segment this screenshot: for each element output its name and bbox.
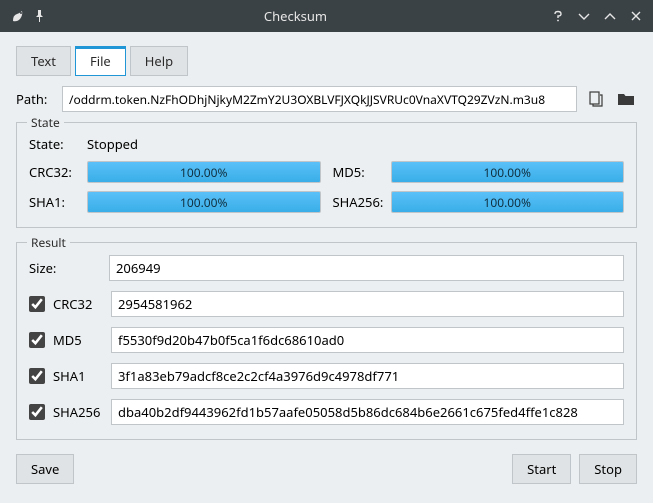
window-title: Checksum (52, 7, 539, 25)
start-button[interactable]: Start (512, 454, 571, 484)
sha256-label: SHA256 (53, 403, 103, 421)
sha256-value[interactable] (111, 399, 624, 425)
app-icon (10, 8, 26, 24)
pin-icon[interactable] (32, 9, 46, 23)
path-input[interactable] (62, 86, 577, 112)
crc32-label: CRC32 (53, 295, 103, 313)
md5-value[interactable] (111, 327, 624, 353)
sha256-progress: 100.00% (391, 191, 625, 213)
bottom-buttons: Save Start Stop (16, 454, 637, 484)
crc32-progress: 100.00% (87, 161, 321, 183)
state-legend: State (27, 114, 64, 131)
result-legend: Result (27, 234, 70, 251)
close-icon[interactable] (629, 9, 643, 23)
sha256-progress-label: SHA256: (333, 193, 383, 211)
path-label: Path: (16, 90, 54, 108)
tabs: Text File Help (16, 46, 637, 76)
maximize-icon[interactable] (603, 9, 617, 23)
sha1-progress-label: SHA1: (29, 193, 79, 211)
titlebar: Checksum (0, 0, 653, 32)
size-value[interactable] (109, 255, 624, 281)
result-panel: Result Size: CRC32 MD5 SHA1 SHA256 (16, 242, 637, 440)
state-panel: State State: Stopped CRC32: 100.00% MD5:… (16, 122, 637, 228)
crc32-checkbox[interactable] (29, 296, 45, 312)
save-button[interactable]: Save (16, 454, 74, 484)
md5-progress-label: MD5: (333, 163, 383, 181)
content-area: Text File Help Path: State State: Stoppe… (0, 32, 653, 494)
stop-button[interactable]: Stop (579, 454, 637, 484)
sha1-progress: 100.00% (87, 191, 321, 213)
tab-file[interactable]: File (75, 46, 126, 76)
browse-folder-icon[interactable] (615, 88, 637, 110)
sha1-label: SHA1 (53, 367, 103, 385)
path-row: Path: (16, 86, 637, 112)
help-icon[interactable] (551, 9, 565, 23)
tab-help[interactable]: Help (130, 46, 188, 76)
sha256-checkbox[interactable] (29, 404, 45, 420)
sha1-value[interactable] (111, 363, 624, 389)
minimize-icon[interactable] (577, 9, 591, 23)
copy-path-icon[interactable] (585, 88, 607, 110)
md5-progress: 100.00% (391, 161, 625, 183)
state-value: Stopped (87, 135, 138, 153)
crc32-value[interactable] (111, 291, 624, 317)
state-label: State: (29, 135, 79, 153)
tab-text[interactable]: Text (16, 46, 71, 76)
crc32-progress-label: CRC32: (29, 163, 79, 181)
md5-label: MD5 (53, 331, 103, 349)
sha1-checkbox[interactable] (29, 368, 45, 384)
md5-checkbox[interactable] (29, 332, 45, 348)
size-label: Size: (29, 259, 101, 277)
